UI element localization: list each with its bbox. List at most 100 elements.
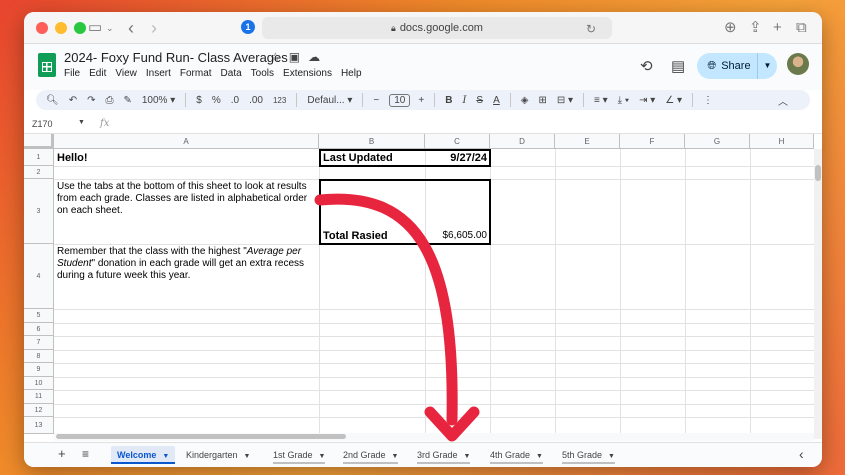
cell-a3[interactable]: Use the tabs at the bottom of this sheet…: [57, 181, 317, 217]
comments-icon[interactable]: ▤: [671, 57, 685, 75]
number-format-button[interactable]: 123: [273, 96, 286, 105]
bold-button[interactable]: B: [445, 95, 452, 106]
tab-overview-icon[interactable]: ⧉: [796, 19, 807, 37]
row-header-2[interactable]: 2: [24, 166, 54, 179]
decrease-font-size-button[interactable]: −: [373, 95, 379, 106]
scroll-tabs-left-icon[interactable]: ‹: [799, 446, 804, 464]
row-header-1[interactable]: 1: [24, 149, 54, 166]
tab-2nd-grade[interactable]: 2nd Grade ▼: [343, 446, 399, 464]
menu-view[interactable]: View: [115, 68, 137, 79]
tab-5th-grade[interactable]: 5th Grade ▼: [562, 446, 615, 464]
all-sheets-menu-icon[interactable]: ≡: [82, 446, 89, 464]
row-header-13[interactable]: 13: [24, 417, 54, 434]
cell-b3[interactable]: Total Rasied: [323, 230, 388, 242]
text-rotation-icon[interactable]: ∠ ▾: [665, 95, 682, 106]
decrease-decimal-button[interactable]: .0: [231, 95, 239, 106]
back-icon[interactable]: ‹: [128, 19, 134, 37]
reload-icon[interactable]: ↻: [586, 20, 596, 38]
tab-kindergarten[interactable]: Kindergarten ▼: [186, 446, 250, 464]
sheets-logo-icon[interactable]: [38, 53, 56, 77]
zoom-window-button[interactable]: [74, 22, 86, 34]
new-tab-icon[interactable]: +: [773, 19, 782, 37]
column-header-f[interactable]: F: [620, 134, 685, 149]
cell-c1[interactable]: 9/27/24: [425, 152, 487, 164]
cell-a4[interactable]: Remember that the class with the highest…: [57, 246, 317, 282]
password-manager-icon[interactable]: 1: [241, 20, 255, 34]
row-header-9[interactable]: 9: [24, 363, 54, 377]
cell-c3[interactable]: $6,605.00: [425, 230, 488, 241]
strikethrough-icon[interactable]: S: [476, 95, 483, 106]
menu-edit[interactable]: Edit: [89, 68, 106, 79]
share-button[interactable]: 🌐︎ Share ▼: [697, 53, 777, 79]
menu-tools[interactable]: Tools: [251, 68, 274, 79]
share-page-icon[interactable]: ⇪: [749, 19, 762, 37]
horizontal-scrollbar[interactable]: [54, 433, 814, 441]
forward-icon[interactable]: ›: [151, 19, 157, 37]
column-header-a[interactable]: A: [54, 134, 319, 149]
row-header-12[interactable]: 12: [24, 404, 54, 417]
scroll-thumb[interactable]: [815, 165, 821, 181]
chevron-down-icon[interactable]: ⌄: [106, 19, 114, 37]
italic-button[interactable]: I: [462, 95, 466, 106]
text-color-button[interactable]: A: [493, 95, 500, 106]
print-icon[interactable]: ⎙: [105, 95, 113, 106]
paint-format-icon[interactable]: ✎: [123, 95, 131, 106]
percent-format-button[interactable]: %: [212, 95, 221, 106]
menu-extensions[interactable]: Extensions: [283, 68, 332, 79]
select-all-corner[interactable]: [24, 134, 54, 149]
add-sheet-button[interactable]: +: [58, 446, 66, 464]
tab-4th-grade[interactable]: 4th Grade ▼: [490, 446, 543, 464]
move-folder-icon[interactable]: ▣: [289, 50, 300, 64]
menu-data[interactable]: Data: [221, 68, 242, 79]
chevron-down-icon[interactable]: ▼: [757, 53, 777, 79]
version-history-icon[interactable]: ⟲: [640, 57, 653, 75]
cell-b1[interactable]: Last Updated: [323, 152, 393, 164]
column-header-b[interactable]: B: [319, 134, 425, 149]
star-icon[interactable]: ☆: [270, 50, 281, 64]
tab-3rd-grade[interactable]: 3rd Grade ▼: [417, 446, 471, 464]
vertical-scrollbar[interactable]: [814, 149, 822, 439]
chevron-down-icon[interactable]: ▼: [78, 119, 85, 126]
currency-format-button[interactable]: $: [196, 95, 202, 106]
borders-icon[interactable]: ⊞: [538, 95, 546, 106]
redo-icon[interactable]: ↷: [87, 95, 95, 106]
column-header-h[interactable]: H: [750, 134, 814, 149]
scroll-thumb[interactable]: [56, 434, 346, 439]
cell-a1[interactable]: Hello!: [57, 152, 88, 164]
tab-1st-grade[interactable]: 1st Grade ▼: [273, 446, 326, 464]
vertical-align-icon[interactable]: ⤓ ▾: [618, 95, 629, 106]
increase-font-size-button[interactable]: +: [418, 95, 424, 106]
column-header-e[interactable]: E: [555, 134, 620, 149]
sidebar-icon[interactable]: ▭: [88, 19, 102, 37]
row-header-8[interactable]: 8: [24, 350, 54, 363]
font-size-input[interactable]: 10: [389, 93, 411, 107]
minimize-window-button[interactable]: [55, 22, 67, 34]
menu-format[interactable]: Format: [180, 68, 212, 79]
undo-icon[interactable]: ↶: [69, 95, 77, 106]
menu-insert[interactable]: Insert: [146, 68, 171, 79]
increase-decimal-button[interactable]: .00: [249, 95, 263, 106]
column-header-c[interactable]: C: [425, 134, 490, 149]
more-options-icon[interactable]: ⋮: [703, 95, 713, 106]
downloads-icon[interactable]: ⊕: [724, 19, 737, 37]
column-header-g[interactable]: G: [685, 134, 750, 149]
horizontal-align-icon[interactable]: ≡ ▾: [594, 95, 608, 106]
row-header-10[interactable]: 10: [24, 377, 54, 390]
search-menus-icon[interactable]: 🔍︎: [46, 95, 59, 106]
close-window-button[interactable]: [36, 22, 48, 34]
text-wrap-icon[interactable]: ⇥ ▾: [639, 95, 655, 106]
row-header-4[interactable]: 4: [24, 244, 54, 309]
avatar[interactable]: [787, 53, 809, 75]
tab-welcome[interactable]: Welcome ▼: [111, 446, 176, 464]
address-bar[interactable]: 🔒︎ docs.google.com: [262, 17, 612, 39]
menu-help[interactable]: Help: [341, 68, 362, 79]
menu-file[interactable]: File: [64, 68, 80, 79]
cloud-saved-icon[interactable]: ☁: [308, 50, 320, 64]
font-select[interactable]: Defaul... ▾: [307, 95, 352, 106]
row-header-3[interactable]: 3: [24, 179, 54, 244]
fill-color-icon[interactable]: ◈: [521, 95, 529, 106]
collapse-toolbar-icon[interactable]: ︿: [778, 93, 788, 108]
spreadsheet-grid[interactable]: A B C D E F G H 1 2 3 4 5 6 7 8 9 10 11 …: [24, 134, 814, 434]
merge-cells-icon[interactable]: ⊟ ▾: [557, 95, 573, 106]
row-header-7[interactable]: 7: [24, 336, 54, 350]
